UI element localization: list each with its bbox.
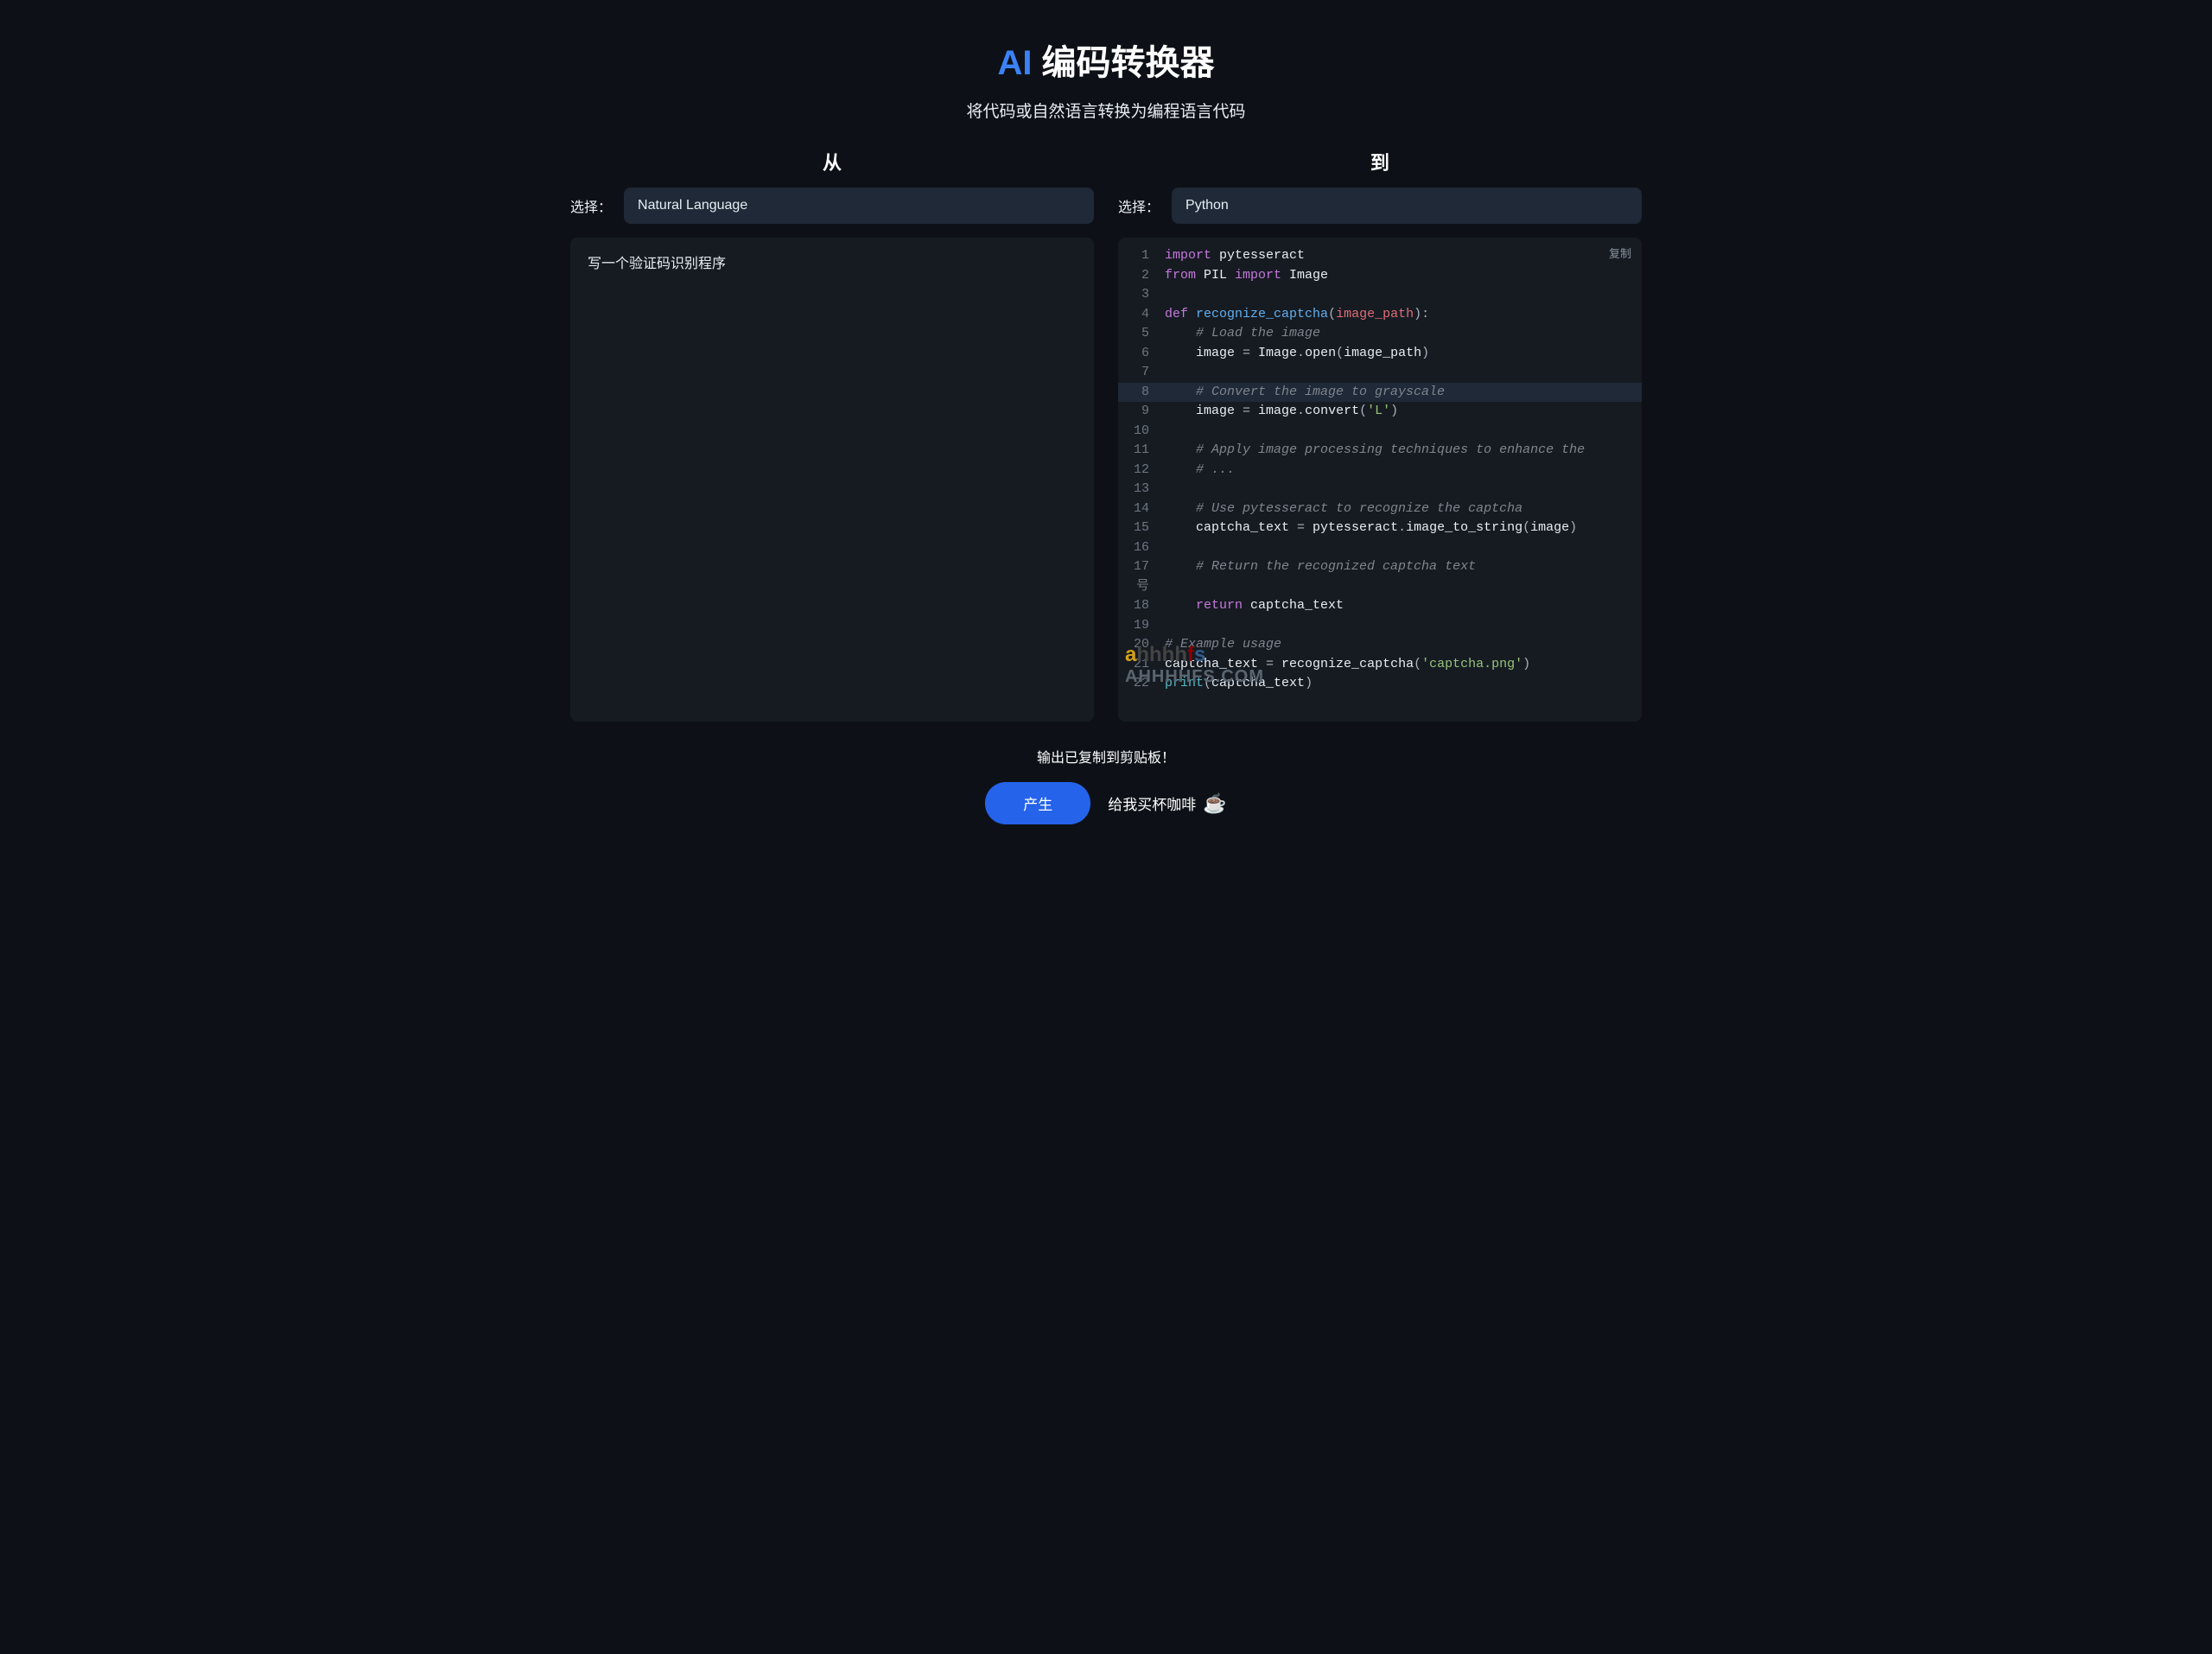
action-row: 产生 给我买杯咖啡 ☕ — [985, 782, 1226, 824]
line-number: 2 — [1118, 266, 1165, 286]
to-language-value: Python — [1185, 198, 1229, 213]
line-number: 4 — [1118, 305, 1165, 325]
code-line: 20# Example usage — [1118, 635, 1642, 655]
line-content: from PIL import Image — [1165, 266, 1642, 286]
code-line: 10 — [1118, 422, 1642, 442]
line-content: # Example usage — [1165, 635, 1642, 655]
code-output[interactable]: 1import pytesseract2from PIL import Imag… — [1118, 238, 1642, 722]
to-select-row: 选择： Python — [1118, 188, 1642, 224]
line-number: 14 — [1118, 499, 1165, 519]
code-line: 7 — [1118, 363, 1642, 383]
code-line: 11 # Apply image processing techniques t… — [1118, 441, 1642, 461]
line-content: return captcha_text — [1165, 596, 1642, 616]
line-content: image = image.convert('L') — [1165, 402, 1642, 422]
line-number: 15 — [1118, 518, 1165, 538]
footer: 输出已复制到剪贴板！ 产生 给我买杯咖啡 ☕ — [570, 746, 1642, 824]
coffee-link[interactable]: 给我买杯咖啡 ☕ — [1108, 792, 1226, 815]
line-content: # Return the recognized captcha text — [1165, 557, 1642, 577]
line-number: 6 — [1118, 344, 1165, 364]
line-number: 20 — [1118, 635, 1165, 655]
code-line: 9 image = image.convert('L') — [1118, 402, 1642, 422]
line-content: image = Image.open(image_path) — [1165, 344, 1642, 364]
status-text: 输出已复制到剪贴板！ — [570, 746, 1642, 767]
line-number: 21 — [1118, 655, 1165, 675]
line-content: # ... — [1165, 461, 1642, 480]
code-line: 21captcha_text = recognize_captcha('capt… — [1118, 655, 1642, 675]
line-content: # Convert the image to grayscale — [1165, 383, 1642, 403]
code-line: 19 — [1118, 616, 1642, 636]
line-content: captcha_text = pytesseract.image_to_stri… — [1165, 518, 1642, 538]
header: AI 编码转换器 将代码或自然语言转换为编程语言代码 — [570, 35, 1642, 122]
code-line: 6 image = Image.open(image_path) — [1118, 344, 1642, 364]
line-content: captcha_text = recognize_captcha('captch… — [1165, 655, 1642, 675]
to-editor: 复制 1import pytesseract2from PIL import I… — [1118, 238, 1642, 722]
line-number: 17 号 — [1118, 557, 1165, 596]
code-line: 18 return captcha_text — [1118, 596, 1642, 616]
line-content: import pytesseract — [1165, 246, 1642, 266]
to-language-select[interactable]: Python — [1172, 188, 1642, 224]
code-line: 4def recognize_captcha(image_path): — [1118, 305, 1642, 325]
code-line: 2from PIL import Image — [1118, 266, 1642, 286]
from-panel: 从 选择： Natural Language 写一个验证码识别程序 — [570, 148, 1094, 722]
from-input-text[interactable]: 写一个验证码识别程序 — [570, 238, 1094, 722]
from-language-select[interactable]: Natural Language — [624, 188, 1094, 224]
to-panel: 到 选择： Python 复制 1import pytesseract2from… — [1118, 148, 1642, 722]
code-line: 15 captcha_text = pytesseract.image_to_s… — [1118, 518, 1642, 538]
from-language-value: Natural Language — [638, 198, 747, 213]
line-number: 1 — [1118, 246, 1165, 266]
line-number: 18 — [1118, 596, 1165, 616]
line-number: 11 — [1118, 441, 1165, 461]
line-number: 8 — [1118, 383, 1165, 403]
line-number: 7 — [1118, 363, 1165, 383]
line-number: 10 — [1118, 422, 1165, 442]
code-line: 14 # Use pytesseract to recognize the ca… — [1118, 499, 1642, 519]
code-line: 17 号 # Return the recognized captcha tex… — [1118, 557, 1642, 596]
code-line: 5 # Load the image — [1118, 324, 1642, 344]
title-ai-part: AI — [997, 44, 1032, 82]
to-heading: 到 — [1118, 148, 1642, 175]
to-select-label: 选择： — [1118, 195, 1160, 216]
line-content: # Apply image processing techniques to e… — [1165, 441, 1642, 461]
line-number: 3 — [1118, 285, 1165, 305]
page-title: AI 编码转换器 — [570, 35, 1642, 85]
line-number: 13 — [1118, 480, 1165, 499]
coffee-label: 给我买杯咖啡 — [1108, 792, 1196, 814]
page-subtitle: 将代码或自然语言转换为编程语言代码 — [570, 99, 1642, 122]
line-content: def recognize_captcha(image_path): — [1165, 305, 1642, 325]
copy-button[interactable]: 复制 — [1609, 245, 1631, 261]
line-content: # Use pytesseract to recognize the captc… — [1165, 499, 1642, 519]
from-select-label: 选择： — [570, 195, 612, 216]
code-line: 13 — [1118, 480, 1642, 499]
line-number: 16 — [1118, 538, 1165, 558]
coffee-icon: ☕ — [1203, 792, 1226, 815]
generate-button[interactable]: 产生 — [985, 782, 1090, 824]
from-editor[interactable]: 写一个验证码识别程序 — [570, 238, 1094, 722]
line-number: 12 — [1118, 461, 1165, 480]
line-content: print(captcha_text) — [1165, 674, 1642, 694]
from-heading: 从 — [570, 148, 1094, 175]
title-rest-part: 编码转换器 — [1032, 44, 1214, 82]
code-line: 16 — [1118, 538, 1642, 558]
line-number: 5 — [1118, 324, 1165, 344]
line-number: 22 — [1118, 674, 1165, 694]
code-line: 22print(captcha_text) — [1118, 674, 1642, 694]
line-content: # Load the image — [1165, 324, 1642, 344]
code-line: 3 — [1118, 285, 1642, 305]
line-number: 9 — [1118, 402, 1165, 422]
code-line: 12 # ... — [1118, 461, 1642, 480]
code-line: 1import pytesseract — [1118, 246, 1642, 266]
from-select-row: 选择： Natural Language — [570, 188, 1094, 224]
code-line: 8 # Convert the image to grayscale — [1118, 383, 1642, 403]
line-number: 19 — [1118, 616, 1165, 636]
